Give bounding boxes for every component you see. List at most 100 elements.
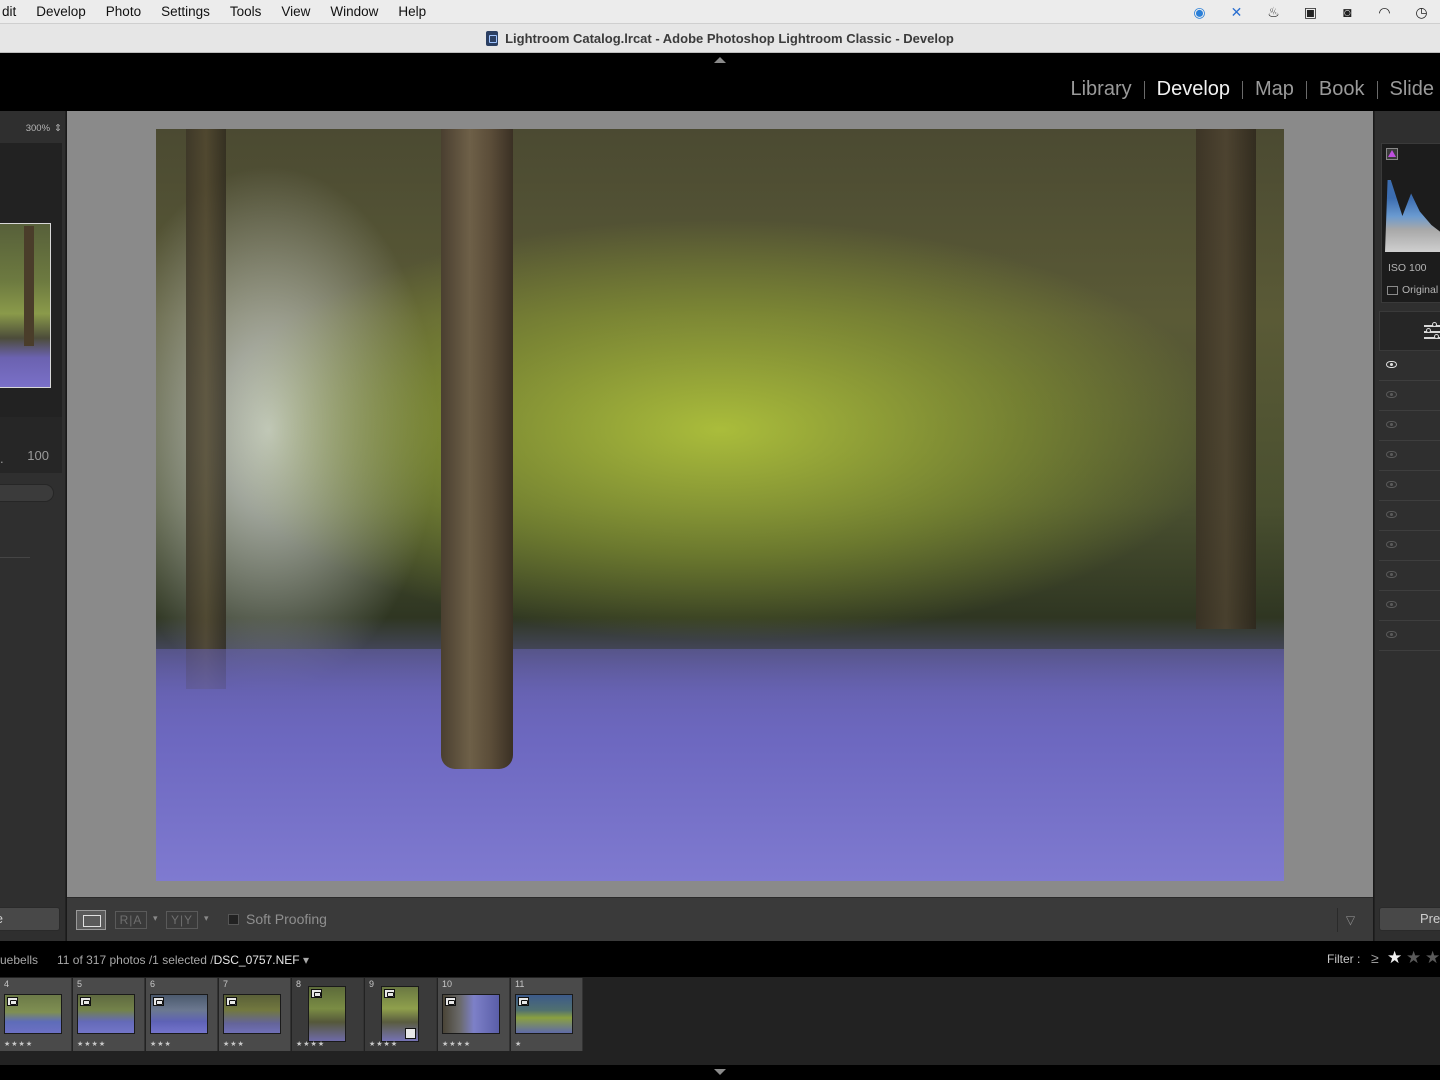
module-book[interactable]: Book [1307,78,1377,101]
module-slideshow[interactable]: Slide [1378,78,1440,101]
panel-row[interactable] [1379,501,1440,531]
panel-row[interactable] [1379,381,1440,411]
panel-row[interactable] [1379,621,1440,651]
panel-row[interactable] [1379,441,1440,471]
toolbar-menu-icon[interactable]: ▽ [1337,908,1363,932]
star-rating[interactable]: ★★★★ [77,1040,106,1048]
eye-icon[interactable] [1386,631,1397,638]
panel-row[interactable] [1379,591,1440,621]
star-rating[interactable]: ★★★★ [369,1040,398,1048]
butterfly-icon[interactable]: ✕ [1218,0,1255,24]
star-rating[interactable]: ★★★★ [4,1040,33,1048]
chevron-down-icon[interactable]: ▾ [303,953,309,967]
original-photo-toggle[interactable]: Original [1387,284,1438,296]
module-map[interactable]: Map [1243,78,1306,101]
module-library[interactable]: Library [1058,78,1143,101]
previous-button[interactable]: Pre [1379,907,1440,931]
left-panel-scrollbar[interactable] [0,484,54,502]
time-machine-icon[interactable]: ◷ [1403,0,1440,24]
histogram[interactable] [1381,143,1440,303]
window-title: Lightroom Catalog.lrcat - Adobe Photosho… [505,30,954,46]
filter-star-icon[interactable]: ★ [1425,948,1440,968]
before-after-button[interactable]: R|A [115,911,147,929]
camera-icon[interactable]: ◙ [1329,0,1366,24]
shadow-clipping-icon[interactable] [1386,148,1398,160]
filmstrip-cell[interactable]: 11 ★ [511,978,583,1051]
collapse-filmstrip-icon[interactable] [714,1069,726,1075]
cell-number: 7 [223,979,229,989]
filmstrip-cell[interactable]: 7 ★★★ [219,978,291,1051]
menu-settings[interactable]: Settings [151,0,220,24]
eye-icon[interactable] [1386,601,1397,608]
menu-develop[interactable]: Develop [26,0,96,24]
collapse-top-panel-icon[interactable] [714,57,726,63]
main-photo[interactable] [156,129,1284,881]
eye-icon[interactable] [1386,541,1397,548]
filmstrip-cell[interactable]: 9 ★★★★ [365,978,437,1051]
cell-number: 5 [77,979,83,989]
panel-row[interactable] [1379,351,1440,381]
menu-help[interactable]: Help [388,0,436,24]
search-app-icon[interactable]: ◉ [1181,0,1218,24]
filmstrip-thumbnail[interactable] [308,986,346,1042]
star-rating[interactable]: ★★★ [223,1040,245,1048]
zoom-stepper-icon[interactable]: ⇕ [54,123,62,134]
source-breadcrumb[interactable]: uebells [0,953,38,967]
panel-row[interactable] [1379,411,1440,441]
filmstrip-thumbnail[interactable] [4,994,62,1034]
filmstrip-cell[interactable]: 8 ★★★★ [292,978,364,1051]
screen-share-icon[interactable]: ▣ [1292,0,1329,24]
zoom-level[interactable]: 300% [26,123,50,134]
filmstrip-thumbnail[interactable] [515,994,573,1034]
navigator-thumbnail[interactable] [0,223,51,388]
star-rating[interactable]: ★★★ [150,1040,172,1048]
soft-proofing-checkbox[interactable] [228,914,239,925]
filter-rating-operator[interactable]: ≥ [1371,950,1379,966]
sliders-icon[interactable] [1422,320,1440,342]
chevron-down-icon[interactable]: ▾ [153,913,158,924]
filter-star-icon[interactable]: ★ [1406,948,1421,968]
star-rating[interactable]: ★★★★ [296,1040,325,1048]
menu-photo[interactable]: Photo [96,0,151,24]
menu-window[interactable]: Window [320,0,388,24]
navigator-preview[interactable] [0,143,62,419]
eye-icon[interactable] [1386,571,1397,578]
panel-row[interactable] [1379,561,1440,591]
menu-view[interactable]: View [271,0,320,24]
image-canvas[interactable] [67,111,1373,897]
flame-icon[interactable]: ♨ [1255,0,1292,24]
eye-icon[interactable] [1386,481,1397,488]
menu-tools[interactable]: Tools [220,0,272,24]
catalog-icon [486,30,499,46]
eye-icon[interactable] [1386,451,1397,458]
menu-edit[interactable]: dit [0,0,26,24]
module-develop[interactable]: Develop [1145,78,1242,101]
original-checkbox[interactable] [1387,285,1398,295]
star-rating[interactable]: ★★★★ [442,1040,471,1048]
eye-icon[interactable] [1386,421,1397,428]
filter-star-icon[interactable]: ★ [1387,948,1402,968]
filmstrip-thumbnail[interactable] [442,994,500,1034]
filmstrip[interactable]: 4 ★★★★ 5 ★★★★ 6 ★★★ 7 ★★★ 8 ★★★★ 9 ★★★★ 10 ★★★★ 11 ★ [0,977,1440,1065]
filmstrip-thumbnail[interactable] [223,994,281,1034]
filmstrip-cell[interactable]: 6 ★★★ [146,978,218,1051]
chevron-down-icon[interactable]: ▾ [204,913,209,924]
eye-icon[interactable] [1386,361,1397,368]
filmstrip-thumbnail[interactable] [381,986,419,1042]
filmstrip-thumbnail[interactable] [77,994,135,1034]
filmstrip-cell[interactable]: 10 ★★★★ [438,978,510,1051]
selected-filename[interactable]: DSC_0757.NEF [214,953,300,967]
panel-row[interactable] [1379,531,1440,561]
loupe-view-button[interactable] [76,910,106,930]
wifi-icon[interactable]: ◠ [1366,0,1403,24]
compare-swap-button[interactable]: Y|Y [166,911,198,929]
eye-icon[interactable] [1386,511,1397,518]
module-list: Library Develop Map Book Slide [1058,78,1440,101]
eye-icon[interactable] [1386,391,1397,398]
copy-button[interactable]: te [0,907,60,931]
panel-row[interactable] [1379,471,1440,501]
filmstrip-thumbnail[interactable] [150,994,208,1034]
filmstrip-cell[interactable]: 5 ★★★★ [73,978,145,1051]
filmstrip-cell[interactable]: 4 ★★★★ [0,978,72,1051]
star-rating[interactable]: ★ [515,1040,522,1048]
